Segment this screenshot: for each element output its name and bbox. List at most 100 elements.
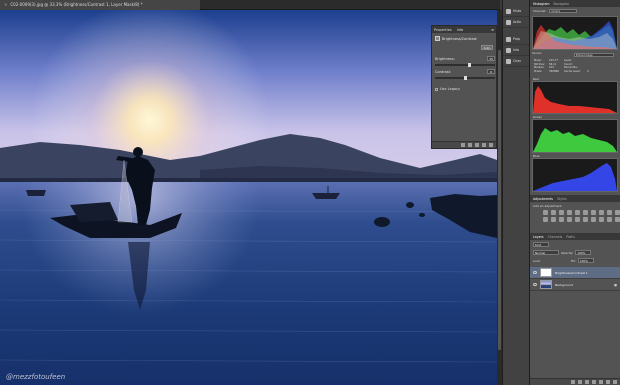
adjustment-type-icon[interactable] (583, 217, 588, 222)
strip-item-label: Prop (513, 37, 521, 41)
panel-menu-icon[interactable]: ≡ (491, 28, 494, 32)
document-tab[interactable]: × C02-0009(3).jpg @ 33.3% (Brightness/Con… (0, 0, 200, 10)
new-layer-icon[interactable] (606, 380, 610, 384)
adjustment-type-icon[interactable] (599, 210, 604, 215)
channels-icon (506, 58, 511, 64)
adjustment-type-icon[interactable] (551, 217, 556, 222)
document-tab-bar: × C02-0009(3).jpg @ 33.3% (Brightness/Con… (0, 0, 500, 10)
new-adjustment-icon[interactable] (592, 380, 596, 384)
source-select[interactable]: Entire Image (574, 53, 614, 57)
brightness-slider[interactable] (435, 63, 495, 67)
strip-item-label: Info (513, 48, 520, 52)
tab-layers[interactable]: Layers (533, 235, 544, 239)
adjustment-type-icon[interactable] (543, 217, 548, 222)
layer-mask-thumbnail (540, 268, 552, 277)
scrollbar-thumb[interactable] (498, 50, 501, 350)
new-group-icon[interactable] (599, 380, 603, 384)
layer-kind-select[interactable]: Kind (533, 242, 549, 247)
adjustment-type-icon[interactable] (615, 217, 620, 222)
contrast-slider-knob[interactable] (463, 76, 467, 80)
fx-icon[interactable] (578, 380, 582, 384)
visibility-icon[interactable] (482, 143, 486, 147)
collapsed-panel-strip: Histo Actio Prop Info Chan (502, 0, 530, 385)
layer-row-brightness-contrast[interactable]: Brightness/Contrast 1 (530, 267, 620, 279)
trash-icon[interactable] (489, 143, 493, 147)
adjustment-type-icon[interactable] (543, 210, 548, 215)
channel-select[interactable]: Colors (549, 9, 578, 13)
fill-input[interactable]: 100% (577, 258, 594, 263)
contrast-input[interactable]: 0 (487, 69, 495, 74)
brightness-label: Brightness: (435, 57, 455, 61)
trash-icon[interactable] (613, 380, 617, 384)
opacity-label: Opacity: (561, 250, 574, 255)
adjustment-type-icon[interactable] (607, 217, 612, 222)
close-tab-icon[interactable]: × (4, 0, 7, 10)
tab-channels[interactable]: Channels (548, 235, 563, 239)
properties-panel: Properties Info ≡ Brightness/Contrast Au… (431, 25, 497, 149)
adjustment-type-icon[interactable] (615, 210, 620, 215)
auto-button[interactable]: Auto (481, 45, 493, 50)
tab-paths[interactable]: Paths (566, 235, 575, 239)
channel-label: Channel: (533, 9, 547, 13)
strip-item-info[interactable]: Info (503, 45, 529, 56)
tab-styles[interactable]: Styles (557, 197, 567, 201)
use-legacy-checkbox[interactable] (435, 87, 438, 91)
histogram-colors-graph (532, 16, 618, 50)
properties-footer (432, 141, 496, 148)
reset-icon[interactable] (475, 143, 479, 147)
stat-cache-label: Cache Level: (564, 69, 581, 73)
histogram-red-graph (532, 81, 618, 114)
tab-properties[interactable]: Properties (434, 28, 452, 32)
blend-mode-select[interactable]: Normal (533, 250, 559, 255)
adjustment-type-icon[interactable] (567, 217, 572, 222)
adjustment-type-icon[interactable] (591, 217, 596, 222)
adjustment-type-icon[interactable] (559, 210, 564, 215)
adjustment-type-icon[interactable] (583, 210, 588, 215)
image-canvas[interactable]: @mezzfotoufeen (0, 10, 497, 385)
eye-icon[interactable] (533, 271, 537, 274)
histogram-red-svg (533, 86, 617, 113)
adjustment-type-icon[interactable] (567, 210, 572, 215)
tab-navigator[interactable]: Navigator (554, 2, 570, 6)
contrast-slider[interactable] (435, 76, 495, 80)
layer-row-background[interactable]: Background ■ (530, 279, 620, 291)
opacity-input[interactable]: 100% (575, 250, 592, 255)
adjustment-layer-icon (435, 36, 440, 41)
layer-name: Background (555, 282, 573, 287)
tab-info[interactable]: Info (457, 28, 464, 32)
add-mask-icon[interactable] (585, 380, 589, 384)
tab-histogram[interactable]: Histogram (533, 2, 550, 6)
strip-item-label: Histo (513, 9, 522, 13)
photo (0, 10, 497, 385)
tab-adjustments[interactable]: Adjustments (533, 197, 553, 201)
adjustment-type-icon[interactable] (575, 217, 580, 222)
adjustment-header: Brightness/Contrast (432, 33, 496, 44)
stat-pixels-label: Pixels: (534, 69, 543, 73)
brightness-row: Brightness: 15 (435, 56, 495, 61)
document-tab-title: C02-0009(3).jpg @ 33.3% (Brightness/Cont… (10, 2, 143, 7)
strip-item-properties[interactable]: Prop (503, 34, 529, 45)
adjustment-type-icon[interactable] (559, 217, 564, 222)
eye-icon[interactable] (533, 283, 537, 286)
link-layers-icon[interactable] (571, 380, 575, 384)
adjustment-type-icon[interactable] (575, 210, 580, 215)
brightness-slider-knob[interactable] (468, 63, 472, 67)
adjustment-type-icon[interactable] (591, 210, 596, 215)
strip-item-actions[interactable]: Actio (503, 17, 529, 28)
view-previous-icon[interactable] (468, 143, 472, 147)
strip-item-histogram[interactable]: Histo (503, 6, 529, 17)
adjustment-type-icon[interactable] (551, 210, 556, 215)
histogram-icon (506, 8, 511, 14)
use-legacy-option[interactable]: Use Legacy (435, 87, 460, 91)
lock-icon: ■ (614, 282, 617, 287)
strip-item-channels[interactable]: Chan (503, 56, 529, 67)
adjustment-type-icon[interactable] (607, 210, 612, 215)
stat-cache-value: 4 (587, 69, 589, 73)
info-icon (506, 47, 511, 53)
brightness-input[interactable]: 15 (487, 56, 495, 61)
clip-to-layer-icon[interactable] (461, 143, 465, 147)
adjustment-type-icon[interactable] (599, 217, 604, 222)
actions-icon (506, 19, 511, 25)
stats-grid: Mean: 103.77 Level: Std Dev: 56.11 Count: Me… (534, 59, 614, 73)
layer-thumbnail (540, 280, 552, 289)
